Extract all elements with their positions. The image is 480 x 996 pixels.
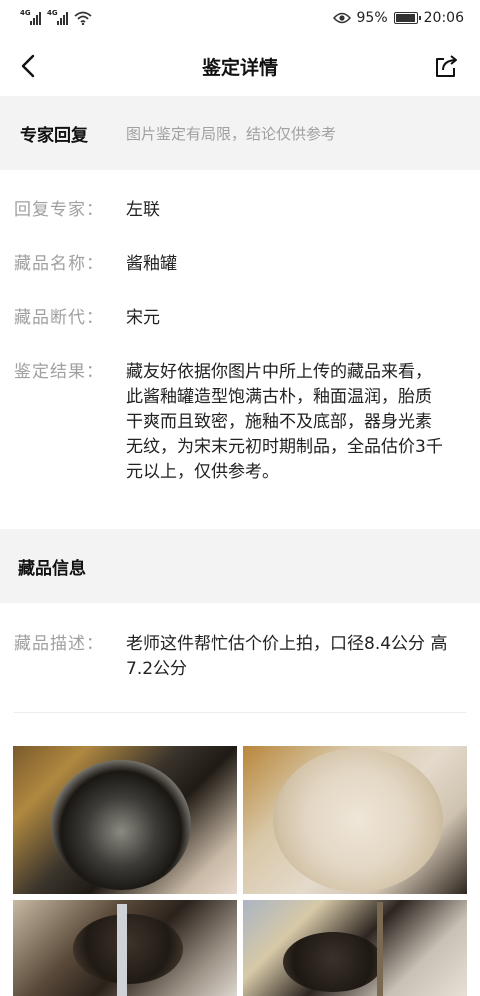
signal-indicators: 4G 4G <box>20 9 92 25</box>
signal-icon: 4G <box>20 9 41 25</box>
signal-label: 4G <box>20 9 31 17</box>
nav-bar: 鉴定详情 <box>0 36 480 96</box>
jar-measure-photo[interactable] <box>13 900 237 996</box>
expert-reply-header: 专家回复 图片鉴定有局限，结论仅供参考 <box>0 96 480 170</box>
status-right: 95% 20:06 <box>332 10 464 26</box>
section-title: 专家回复 <box>20 125 88 146</box>
expert-name: 左联 <box>126 200 160 220</box>
collection-info-header: 藏品信息 <box>0 529 480 603</box>
battery-percent: 95% <box>356 10 388 26</box>
signal-icon: 4G <box>47 9 68 25</box>
appraisal-result: 藏友好依据你图片中所上传的藏品来看，此酱釉罐造型饱满古朴，釉面温润，胎质干爽而且… <box>126 362 443 482</box>
description-row: 藏品描述： 老师这件帮忙估个价上拍，口径8.4公分 高7.2公分 <box>0 632 480 682</box>
item-dating: 宋元 <box>126 308 160 328</box>
back-button[interactable] <box>12 50 44 82</box>
eye-icon <box>332 12 351 24</box>
field-label: 鉴定结果： <box>14 362 104 382</box>
battery-icon <box>393 12 421 24</box>
field-label: 藏品断代： <box>14 308 104 328</box>
field-label: 藏品名称： <box>14 254 104 274</box>
dating-row: 藏品断代： 宋元 <box>0 306 480 331</box>
divider <box>14 712 466 713</box>
jar-side-photo[interactable] <box>243 900 467 996</box>
disclaimer-text: 图片鉴定有局限，结论仅供参考 <box>126 124 337 143</box>
page-title: 鉴定详情 <box>201 56 278 79</box>
battery-fill <box>395 14 415 22</box>
expert-row: 回复专家： 左联 <box>0 198 480 223</box>
wifi-icon <box>74 11 92 25</box>
result-row: 鉴定结果： 藏友好依据你图片中所上传的藏品来看，此酱釉罐造型饱满古朴，釉面温润，… <box>0 360 480 485</box>
status-bar: 4G 4G 95% 20:06 <box>0 0 480 36</box>
chevron-left-icon <box>21 54 35 78</box>
jar-mouth-photo[interactable] <box>13 746 237 894</box>
item-description: 老师这件帮忙估个价上拍，口径8.4公分 高7.2公分 <box>126 634 448 679</box>
section-title: 藏品信息 <box>18 558 86 579</box>
share-button[interactable] <box>430 50 462 82</box>
field-label: 藏品描述： <box>14 634 104 654</box>
share-icon <box>436 55 457 77</box>
item-name: 酱釉罐 <box>126 254 177 274</box>
field-label: 回复专家： <box>14 200 104 220</box>
signal-label: 4G <box>47 9 58 17</box>
item-name-row: 藏品名称： 酱釉罐 <box>0 252 480 277</box>
clock: 20:06 <box>423 10 464 26</box>
jar-base-photo[interactable] <box>243 746 467 894</box>
